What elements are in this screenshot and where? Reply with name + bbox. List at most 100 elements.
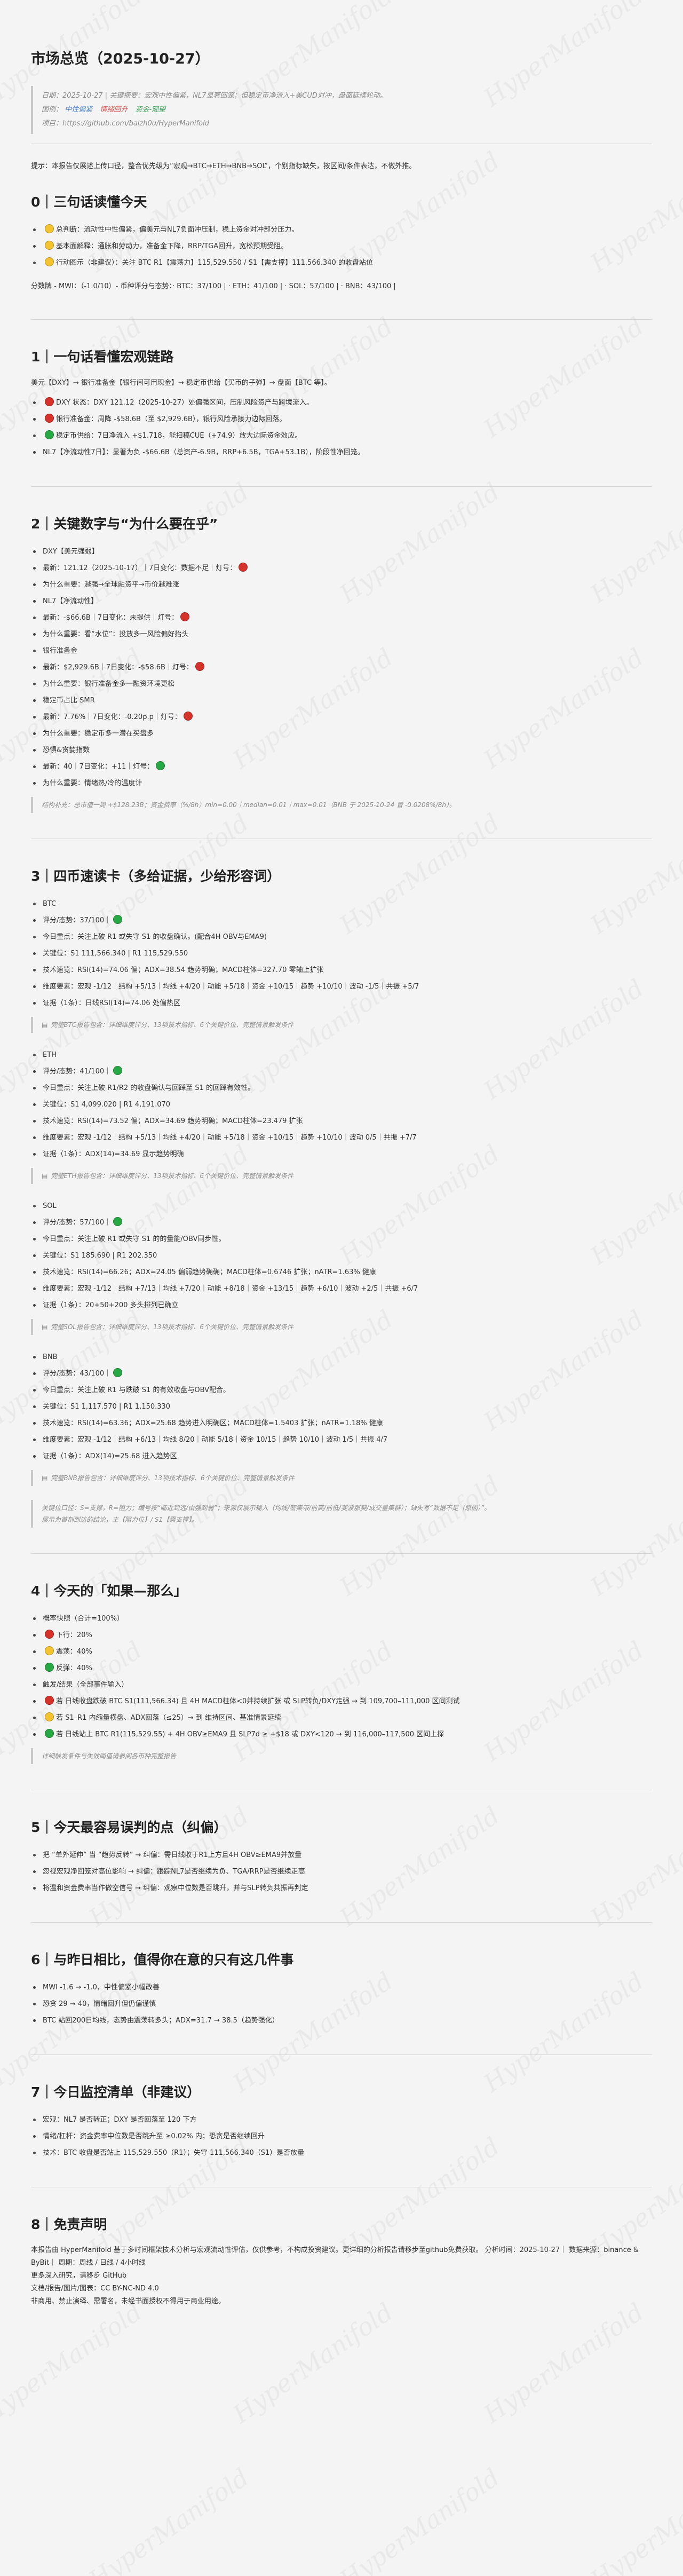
item-text: 震荡：40% [56, 1648, 92, 1656]
list-item: NL7【净流动性7日】：显著为负 -$66.6B（总资产-6.9B，RRP+6.… [31, 444, 652, 461]
item-text: 恐惧&贪婪指数 [43, 746, 90, 754]
section-1-title: 1｜一句话看懂宏观链路 [31, 349, 174, 365]
section-0-title: 0｜三句话读懂今天 [31, 194, 147, 210]
coin-row: 技术速览：RSI(14)=66.26；ADX=24.05 偏弱趋势确确；MACD… [31, 1264, 652, 1281]
list-item: 触发/结果（全部事件输入） [31, 1677, 652, 1693]
item-text: DXY【美元强弱】 [43, 548, 99, 556]
report-icon: ▤ [42, 1323, 48, 1331]
meta-quote: 日期：2025-10-27 | 关键摘要：宏观中性偏紧，NL7显著回笼；但稳定币… [31, 86, 652, 134]
red-dot-icon [45, 1696, 54, 1705]
item-text: 基本面解释：通胀和劳动力，准备金下降，RRP/TGA回升，宽松预期受阻。 [56, 242, 288, 250]
report-icon: ▤ [42, 1021, 48, 1029]
project-link[interactable]: 项目：https://github.com/baizh0u/HyperManif… [42, 117, 652, 131]
coin-name: BTC [31, 896, 652, 912]
section-2-list: DXY【美元强弱】 最新：121.12（2025-10-17）｜7日变化：数据不足… [31, 543, 652, 792]
report-page: 市场总览（2025-10-27） 日期：2025-10-27 | 关键摘要：宏观… [0, 0, 683, 2351]
list-item: 恐惧&贪婪指数 [31, 742, 652, 758]
disclaimer-line: 非商用、禁止演绎、需署名，未经书面授权不得用于商业用途。 [31, 2297, 226, 2305]
item-text: 今日重点：关注上破 R1/R2 的收盘确认与回踩至 S1 的回踩有效性。 [43, 1084, 255, 1092]
yellow-dot-icon [45, 1646, 54, 1655]
green-dot-icon [45, 1729, 54, 1738]
section-0: 0｜三句话读懂今天 总判断：流动性中性偏紧，偏美元与NL7负面冲压制，稳上资金对… [31, 192, 652, 294]
item-text: 维度要素：宏观 -1/12｜结构 +6/13｜均线 8/20｜动能 5/18｜资… [43, 1436, 388, 1444]
item-text: 行动图示（非建议）：关注 BTC R1【震荡力】115,529.550 / S1… [56, 259, 373, 267]
item-text: 若 日线站上 BTC R1(115,529.55) + 4H OBV≥EMA9 … [56, 1730, 444, 1739]
red-dot-icon [45, 414, 54, 423]
legend-a: 中性偏紧 [65, 106, 93, 114]
item-text: 关键位：S1 4,099.020 | R1 4,191.070 [43, 1101, 171, 1109]
item-text: 恐贪 29 → 40，情绪回升但仍偏谨慎 [43, 2000, 156, 2008]
list-item: 银行准备金 [31, 643, 652, 659]
list-item: 为什么重要：看“水位”：投放多一风险偏好抬头 [31, 626, 652, 643]
divider [31, 1922, 652, 1923]
item-text: 把 “单外延伸” 当 “趋势反转” → 纠偏：需日线收于R1上方且4H OBV≥… [43, 1851, 302, 1859]
green-dot-icon [113, 915, 123, 924]
coin-row: 证据（1条）：ADX(14)=25.68 进入趋势区 [31, 1448, 652, 1465]
section-7-title: 7｜今日监控清单（非建议） [31, 2084, 201, 2100]
coin-score-text: 评分/态势：37/100｜ [43, 916, 112, 924]
green-dot-icon [113, 1066, 123, 1075]
item-text: 技术速览：RSI(14)=74.06 偏；ADX=38.54 趋势明确；MACD… [43, 966, 324, 974]
red-dot-icon [239, 563, 248, 572]
item-text: 反弹：40% [56, 1664, 92, 1672]
github-link[interactable]: 更多深入研究，请移步 GitHub [31, 2270, 652, 2282]
coin-row: 证据（1条）：ADX(14)=34.69 显示趋势明确 [31, 1146, 652, 1163]
item-text: 下行：20% [56, 1631, 92, 1639]
item-text: 今日重点：关注上破 R1 或失守 S1 的的量能/OBV同步性。 [43, 1235, 226, 1243]
list-item: 宏观：NL7 是否转正；DXY 是否回落至 120 下方 [31, 2112, 652, 2128]
item-text: 将温和资金费率当作做空信号 → 纠偏：观察中位数是否跳升，并与SLP转负共振再判… [43, 1884, 308, 1892]
keylevel-note-line2: 展示为首刻到达的结论，主【阻力位】/ S1【需支撑】。 [42, 1516, 198, 1523]
section-5-title: 5｜今天最容易误判的点（纠偏） [31, 1820, 227, 1835]
section-6-list: MWI -1.6 → -1.0，中性偏紧小幅改善 恐贪 29 → 40，情绪回升… [31, 1979, 652, 2029]
section-5: 5｜今天最容易误判的点（纠偏） 把 “单外延伸” 当 “趋势反转” → 纠偏：需… [31, 1817, 652, 1897]
section-4: 4｜今天的「如果—那么」 概率快照（合计=100%） 下行：20% 震荡：40% 反弹… [31, 1581, 652, 1764]
red-dot-icon [45, 397, 54, 406]
page-title: 市场总览（2025-10-27） [31, 51, 210, 67]
section-7-list: 宏观：NL7 是否转正；DXY 是否回落至 120 下方 情绪/杠杆：资金费率中… [31, 2112, 652, 2161]
score-text: 分数牌 - MWI：（-1.0/10）- 币种评分与态势：· BTC：37/10… [31, 282, 396, 290]
item-text: NL7【净流动性7日】：显著为负 -$66.6B（总资产-6.9B，RRP+6.… [43, 448, 364, 456]
item-text: 为什么重要：稳定币多一潜在买盘多 [43, 730, 154, 738]
list-item: 技术：BTC 收盘是否站上 115,529.550（R1）；失守 111,566… [31, 2145, 652, 2161]
coin-report-note: ▤ 完整SOL报告包含：详细维度评分、13项技术指标、6个关键价位、完整情景触发条… [31, 1319, 652, 1335]
yellow-dot-icon [45, 241, 54, 250]
section-5-list: 把 “单外延伸” 当 “趋势反转” → 纠偏：需日线收于R1上方且4H OBV≥… [31, 1847, 652, 1897]
coin-card-sol: SOL 评分/态势：57/100｜ 今日重点：关注上破 R1 或失守 S1 的的量能… [31, 1198, 652, 1314]
coin-name-text: SOL [43, 1202, 57, 1210]
section-4-list: 概率快照（合计=100%） 下行：20% 震荡：40% 反弹：40% 触发/结果（全部事… [31, 1610, 652, 1743]
green-dot-icon [45, 1663, 54, 1672]
section-8-title: 8｜免责声明 [31, 2217, 107, 2232]
section-6-title: 6｜与昨日相比，值得你在意的只有这几件事 [31, 1952, 294, 1967]
coin-row: 维度要素：宏观 -1/12｜结构 +5/13｜均线 +4/20｜动能 +5/18… [31, 978, 652, 995]
item-text: 维度要素：宏观 -1/12｜结构 +5/13｜均线 +4/20｜动能 +5/18… [43, 1134, 417, 1142]
coin-score-text: 评分/态势：41/100｜ [43, 1068, 112, 1076]
item-text: 证据（1条）：ADX(14)=34.69 显示趋势明确 [43, 1150, 184, 1158]
item-text: 忽视宏观净回笼对高位影响 → 纠偏：跟踪NL7是否继续为负、TGA/RRP是否继… [43, 1868, 305, 1876]
scenario-note: 详细触发条件与失效阈值请参阅各币种完整报告 [31, 1748, 652, 1764]
list-item: 银行准备金：周降 -$58.6B（至 $2,929.6B），银行风险承接力边际回… [31, 411, 652, 428]
list-item: 反弹：40% [31, 1660, 652, 1677]
coin-row: 今日重点：关注上破 R1/R2 的收盘确认与回踩至 S1 的回踩有效性。 [31, 1080, 652, 1096]
list-item: 若 S1–R1 内缩量横盘、ADX回落（≤25）→ 到 维持区间、基准情景延续 [31, 1710, 652, 1726]
list-item: DXY【美元强弱】 [31, 543, 652, 560]
item-text: BTC 站回200日均线，态势由震荡转多头；ADX=31.7 → 38.5（趋势… [43, 2017, 279, 2025]
list-item: 行动图示（非建议）：关注 BTC R1【震荡力】115,529.550 / S1… [31, 255, 652, 271]
coin-name: SOL [31, 1198, 652, 1214]
item-text: 情绪/杠杆：资金费率中位数是否跳升至 ≥0.02% 内；恐贪是否继续回升 [43, 2132, 265, 2140]
item-text: 稳定币占比 SMR [43, 697, 95, 705]
coin-name: ETH [31, 1047, 652, 1063]
green-dot-icon [45, 430, 54, 439]
watermark-text: HyperManifold [585, 2463, 683, 2576]
coin-row: 维度要素：宏观 -1/12｜结构 +6/13｜均线 8/20｜动能 5/18｜资… [31, 1432, 652, 1448]
item-text: MWI -1.6 → -1.0，中性偏紧小幅改善 [43, 1984, 160, 1992]
disclaimer-line: 文档/报告/图片/图表：CC BY-NC-ND 4.0 [31, 2285, 159, 2293]
item-text: 为什么重要：越强→全球融资平→币价越难涨 [43, 581, 179, 589]
list-item: 概率快照（合计=100%） [31, 1610, 652, 1627]
item-text: 今日重点：关注上破 R1 与跌破 S1 的有效收盘与OBV配合。 [43, 1386, 231, 1394]
item-text: 银行准备金 [43, 647, 78, 655]
section-2-title: 2｜关键数字与“为什么要在乎” [31, 516, 218, 532]
chain-lead: 美元【DXY】→ 银行准备金【银行间可用现金】→ 稳定币供给【买币的子弹】→ 盘… [31, 379, 331, 387]
coin-row: 关键位：S1 185.690 | R1 202.350 [31, 1247, 652, 1264]
green-dot-icon [113, 1217, 123, 1226]
coin-card-bnb: BNB 评分/态势：43/100｜ 今日重点：关注上破 R1 与跌破 S1 的有效收… [31, 1349, 652, 1465]
